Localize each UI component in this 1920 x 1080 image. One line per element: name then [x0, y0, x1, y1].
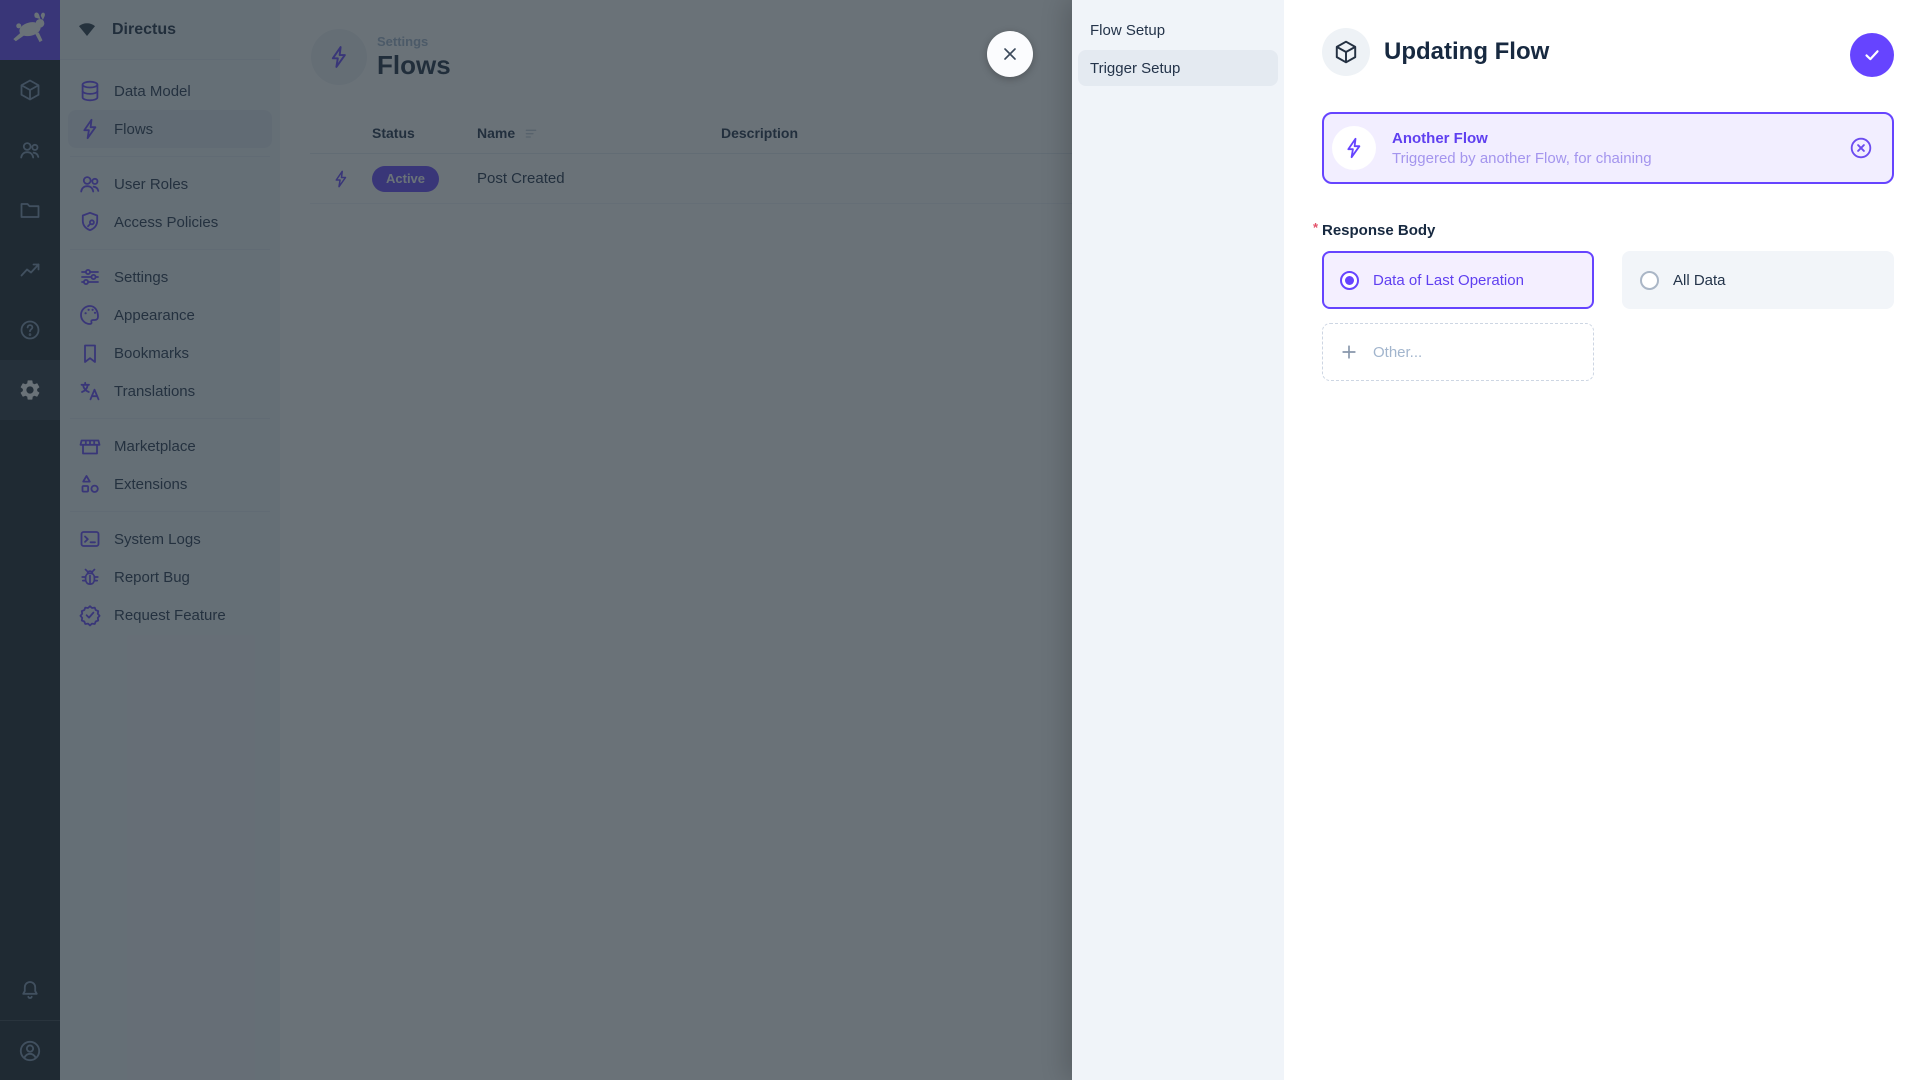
- radio-unselected-icon: [1640, 270, 1659, 290]
- bolt-icon: [1332, 126, 1376, 170]
- response-body-field: Response Body Data of Last Operation All…: [1313, 220, 1894, 381]
- drawer-tab-trigger-setup[interactable]: Trigger Setup: [1078, 50, 1278, 86]
- trigger-type-card[interactable]: Another Flow Triggered by another Flow, …: [1322, 112, 1894, 184]
- response-body-label: Response Body: [1313, 220, 1894, 239]
- plus-icon: [1339, 342, 1359, 362]
- drawer-nav: Flow Setup Trigger Setup: [1072, 0, 1284, 1080]
- drawer-title-icon-circle: [1322, 28, 1370, 76]
- save-button[interactable]: [1850, 33, 1894, 77]
- close-icon: [1000, 44, 1020, 64]
- radio-selected-icon: [1340, 270, 1359, 290]
- circle-x-icon[interactable]: [1848, 135, 1874, 161]
- trigger-card-title: Another Flow: [1392, 129, 1488, 147]
- response-body-options: Data of Last Operation All Data: [1322, 251, 1894, 309]
- trigger-card-subtitle: Triggered by another Flow, for chaining: [1392, 149, 1652, 167]
- box-icon: [1333, 39, 1359, 65]
- drawer-main: Updating Flow Another Flow Triggered by …: [1284, 0, 1920, 1080]
- drawer-overlay[interactable]: [0, 0, 1072, 1080]
- radio-option-data-of-last-operation[interactable]: Data of Last Operation: [1322, 251, 1594, 309]
- close-drawer-button[interactable]: [987, 31, 1033, 77]
- trigger-texts: Another Flow Triggered by another Flow, …: [1392, 130, 1832, 167]
- radio-option-all-data[interactable]: All Data: [1622, 251, 1894, 309]
- app-root: Directus Data Model: [0, 0, 1920, 1080]
- other-option-button[interactable]: Other...: [1322, 323, 1594, 381]
- check-icon: [1861, 44, 1883, 66]
- drawer-tab-flow-setup[interactable]: Flow Setup: [1078, 12, 1278, 48]
- drawer-title: Updating Flow: [1384, 38, 1550, 65]
- other-option-label: Other...: [1373, 343, 1423, 361]
- drawer: Flow Setup Trigger Setup Updating Flow A…: [1072, 0, 1920, 1080]
- drawer-header: Updating Flow: [1322, 28, 1894, 76]
